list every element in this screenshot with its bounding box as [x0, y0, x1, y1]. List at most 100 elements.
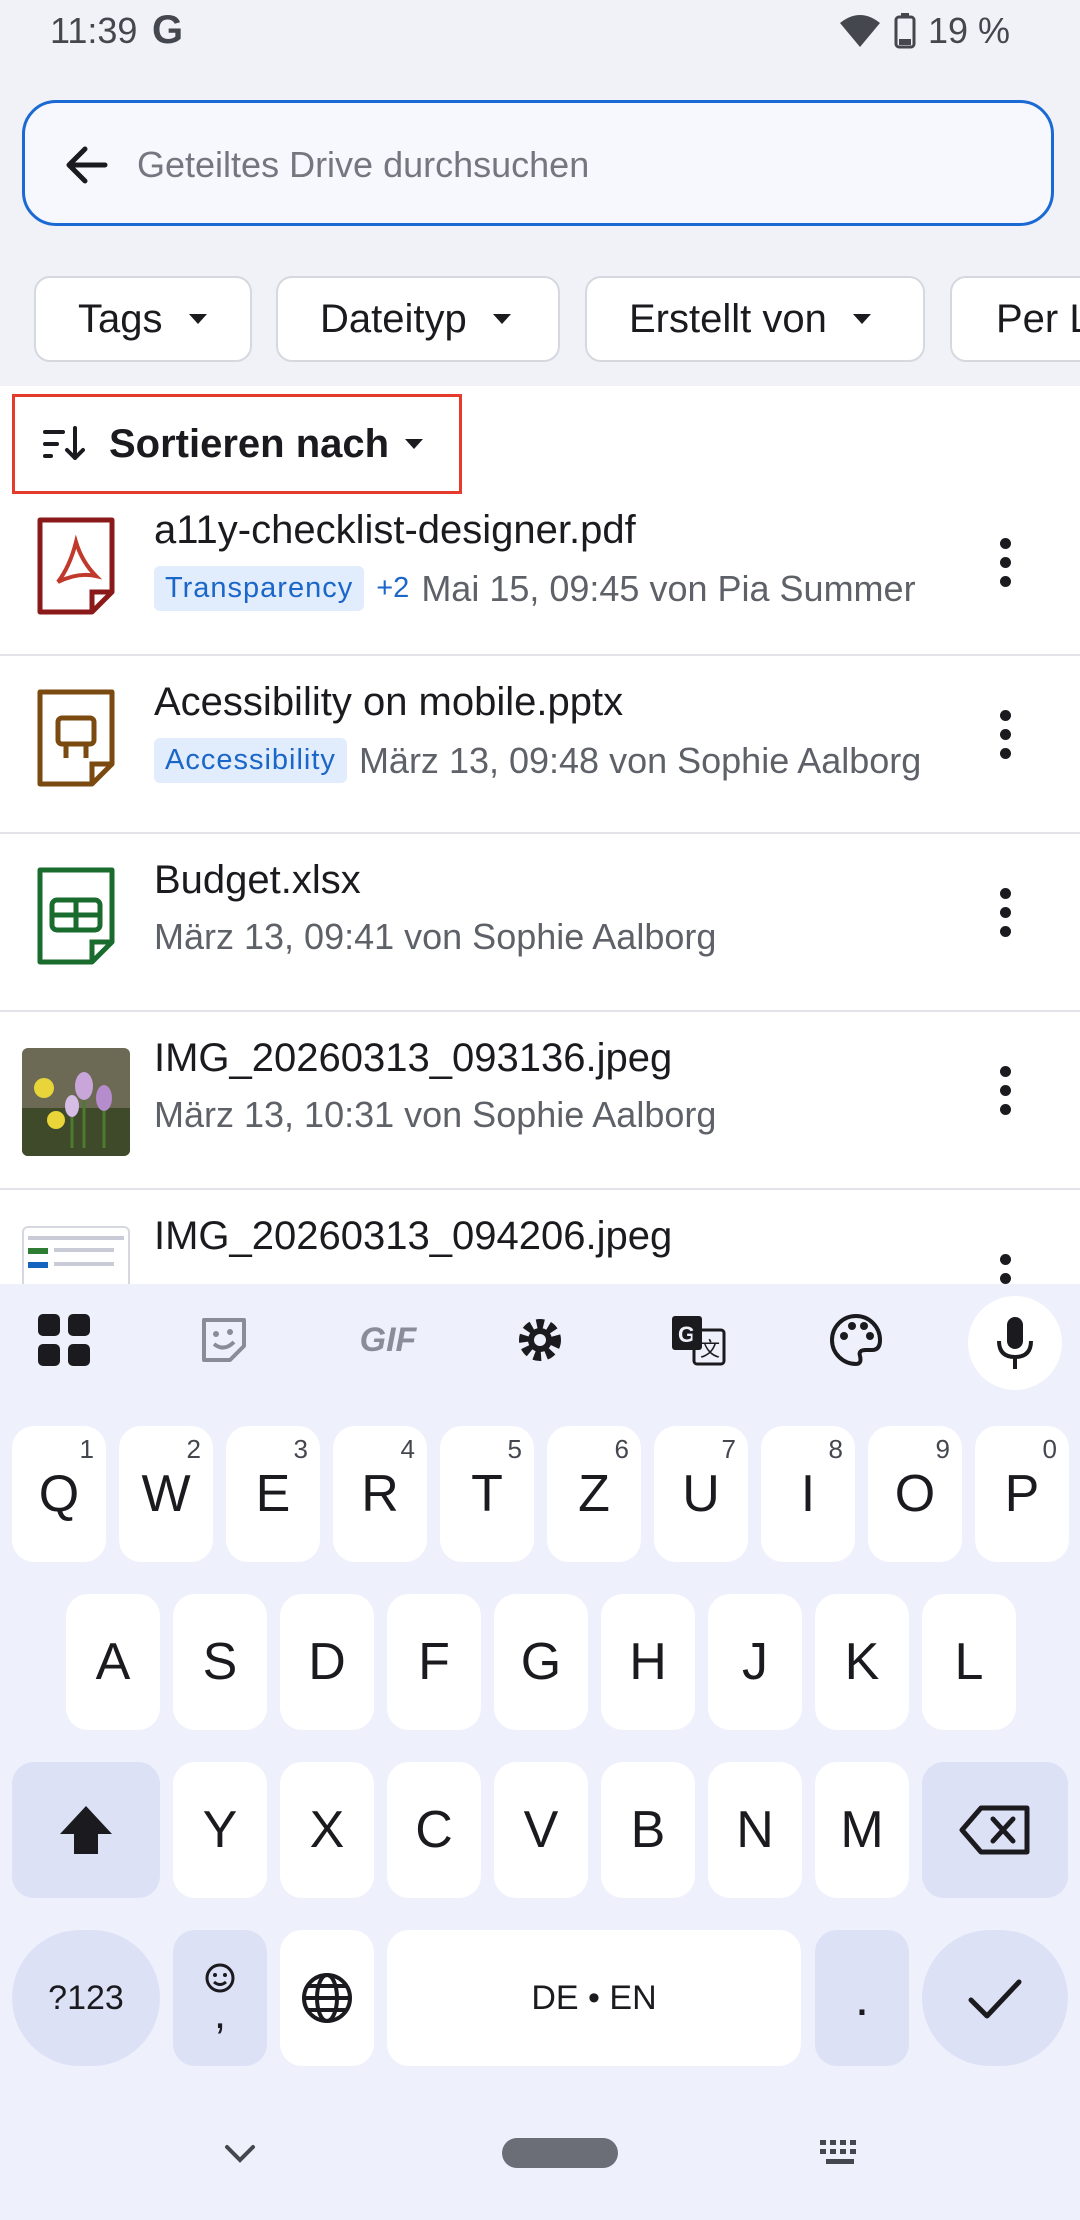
key-hint: 0: [1042, 1434, 1057, 1464]
key-m[interactable]: M: [815, 1762, 909, 1898]
key-hint: 6: [614, 1434, 629, 1464]
list-item[interactable]: IMG_20260313_093136.jpeg März 13, 10:31 …: [0, 1010, 1080, 1190]
key-c[interactable]: C: [387, 1762, 481, 1898]
key-t[interactable]: T5: [440, 1426, 534, 1562]
key-s[interactable]: S: [173, 1594, 267, 1730]
comma-label: ,: [213, 1989, 227, 2038]
search-input[interactable]: [135, 131, 1019, 199]
translate-icon[interactable]: G文: [666, 1308, 730, 1372]
key-hint: 3: [293, 1434, 308, 1464]
key-a[interactable]: A: [66, 1594, 160, 1730]
presentation-file-icon: [37, 689, 115, 787]
filter-chips: Tags Dateityp Erstellt von Per L: [0, 276, 1080, 366]
status-right: 19 %: [838, 10, 1010, 52]
check-icon: [968, 1979, 1022, 2019]
sticker-icon[interactable]: [192, 1308, 256, 1372]
chip-tags[interactable]: Tags: [34, 276, 252, 362]
more-options-icon[interactable]: [1000, 888, 1012, 948]
file-list: Sortieren nach a11y-checklist-designer.p…: [0, 386, 1080, 1284]
apps-grid-icon[interactable]: [32, 1308, 96, 1372]
key-v[interactable]: V: [494, 1762, 588, 1898]
more-options-icon[interactable]: [1000, 1254, 1012, 1284]
key-label: U: [682, 1465, 720, 1523]
backspace-key[interactable]: [922, 1762, 1068, 1898]
key-label: Z: [578, 1465, 610, 1523]
more-options-icon[interactable]: [1000, 710, 1012, 770]
chip-erstellt-von[interactable]: Erstellt von: [585, 276, 925, 362]
more-tags-count: +2: [376, 572, 410, 604]
svg-text:文: 文: [700, 1337, 720, 1361]
file-name: Acessibility on mobile.pptx: [154, 680, 624, 724]
status-bar: 11:39 G 19 %: [0, 0, 1080, 64]
gear-icon[interactable]: [508, 1308, 572, 1372]
key-u[interactable]: U7: [654, 1426, 748, 1562]
key-hint: 9: [935, 1434, 950, 1464]
microphone-icon[interactable]: [968, 1296, 1062, 1390]
key-label: O: [894, 1465, 936, 1523]
list-item[interactable]: Acessibility on mobile.pptx Accessibilit…: [0, 654, 1080, 834]
key-y[interactable]: Y: [173, 1762, 267, 1898]
more-options-icon[interactable]: [1000, 538, 1012, 598]
key-l[interactable]: L: [922, 1594, 1016, 1730]
key-w[interactable]: W2: [119, 1426, 213, 1562]
palette-icon[interactable]: [824, 1308, 888, 1372]
keyboard-switch-icon[interactable]: [818, 2138, 862, 2168]
key-z[interactable]: Z6: [547, 1426, 641, 1562]
chip-per-l[interactable]: Per L: [950, 276, 1080, 362]
list-item[interactable]: IMG_20260313_094206.jpeg: [0, 1188, 1080, 1284]
sort-button[interactable]: Sortieren nach: [12, 394, 462, 494]
key-i[interactable]: I8: [761, 1426, 855, 1562]
key-n[interactable]: N: [708, 1762, 802, 1898]
sort-label: Sortieren nach: [109, 421, 390, 466]
file-name: IMG_20260313_094206.jpeg: [154, 1214, 673, 1258]
list-item[interactable]: Budget.xlsx März 13, 09:41 von Sophie Aa…: [0, 832, 1080, 1012]
key-p[interactable]: P0: [975, 1426, 1069, 1562]
gif-icon[interactable]: GIF: [348, 1308, 428, 1372]
key-label: R: [361, 1465, 399, 1523]
spreadsheet-file-icon: [37, 867, 115, 965]
search-bar[interactable]: [22, 100, 1054, 226]
key-q[interactable]: Q1: [12, 1426, 106, 1562]
key-r[interactable]: R4: [333, 1426, 427, 1562]
caret-down-icon: [852, 314, 871, 324]
navigation-bar: [0, 2114, 1080, 2220]
key-g[interactable]: G: [494, 1594, 588, 1730]
file-meta: Transparency +2 Mai 15, 09:45 von Pia Su…: [154, 566, 916, 611]
key-label: Q: [38, 1465, 80, 1523]
file-meta: März 13, 09:41 von Sophie Aalborg: [154, 916, 716, 958]
sort-icon: [43, 426, 85, 460]
file-date-owner: Mai 15, 09:45 von Pia Summer: [421, 567, 916, 609]
shift-key[interactable]: [12, 1762, 160, 1898]
file-name: IMG_20260313_093136.jpeg: [154, 1036, 673, 1080]
key-h[interactable]: H: [601, 1594, 695, 1730]
chip-label: Tags: [78, 296, 163, 341]
back-arrow-icon[interactable]: [57, 135, 117, 195]
key-x[interactable]: X: [280, 1762, 374, 1898]
status-time: 11:39: [50, 10, 138, 51]
period-key[interactable]: .: [815, 1930, 909, 2066]
wifi-icon: [839, 15, 880, 47]
key-d[interactable]: D: [280, 1594, 374, 1730]
chip-dateityp[interactable]: Dateityp: [276, 276, 560, 362]
key-b[interactable]: B: [601, 1762, 695, 1898]
file-name: Budget.xlsx: [154, 858, 361, 902]
emoji-comma-key[interactable]: ,: [173, 1930, 267, 2066]
key-j[interactable]: J: [708, 1594, 802, 1730]
chip-label: Dateityp: [320, 296, 467, 341]
enter-key[interactable]: [922, 1930, 1068, 2066]
hide-keyboard-icon[interactable]: [224, 2144, 256, 2164]
image-thumbnail: [22, 1226, 130, 1284]
key-o[interactable]: O9: [868, 1426, 962, 1562]
key-k[interactable]: K: [815, 1594, 909, 1730]
key-hint: 4: [400, 1434, 415, 1464]
key-e[interactable]: E3: [226, 1426, 320, 1562]
space-key[interactable]: DE • EN: [387, 1930, 801, 2066]
chip-label: Per L: [996, 296, 1080, 341]
language-key[interactable]: [280, 1930, 374, 2066]
home-handle[interactable]: [502, 2138, 618, 2168]
symbols-key[interactable]: ?123: [12, 1930, 160, 2066]
list-item[interactable]: a11y-checklist-designer.pdf Transparency…: [0, 482, 1080, 656]
key-hint: 1: [79, 1434, 94, 1464]
more-options-icon[interactable]: [1000, 1066, 1012, 1126]
key-f[interactable]: F: [387, 1594, 481, 1730]
